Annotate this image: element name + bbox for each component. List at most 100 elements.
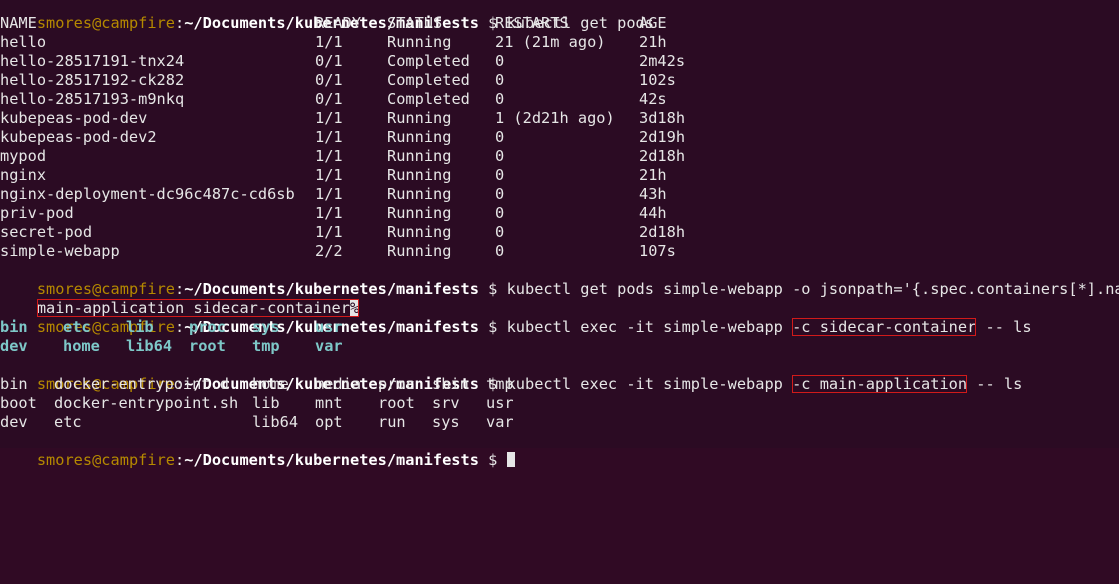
table-row: secret-pod 1/1 Running 0 2d18h (0, 223, 1119, 242)
pod-ready: 1/1 (315, 147, 343, 165)
directory-entry: proc (189, 318, 226, 336)
pod-restarts: 1 (2d21h ago) (495, 109, 615, 127)
pod-ready: 1/1 (315, 204, 343, 222)
pod-name: kubepeas-pod-dev2 (0, 128, 157, 146)
table-row: hello-28517193-m9nkq 0/1 Completed 0 42s (0, 90, 1119, 109)
prompt-symbol: $ (488, 451, 498, 469)
file-entry: opt (315, 413, 343, 431)
pod-ready: 2/2 (315, 242, 343, 260)
table-row: mypod 1/1 Running 0 2d18h (0, 147, 1119, 166)
file-entry: sbin (432, 375, 469, 393)
directory-entry: lib (126, 318, 154, 336)
pod-ready: 1/1 (315, 223, 343, 241)
pod-restarts: 21 (21m ago) (495, 33, 606, 51)
prompt-path: ~/Documents/kubernetes/manifests (184, 451, 479, 469)
file-entry: var (486, 413, 514, 431)
directory-entry: root (189, 337, 226, 355)
table-row: simple-webapp 2/2 Running 0 107s (0, 242, 1119, 261)
pod-name: nginx-deployment-dc96c487c-cd6sb (0, 185, 295, 203)
directory-entry: lib64 (126, 337, 173, 355)
main-ls-row: bin docker-entrypoint.d home media proc … (0, 375, 1119, 394)
prompt-line-exec-main: smores@campfire:~/Documents/kubernetes/m… (36, 375, 1023, 393)
pod-age: 44h (639, 204, 667, 222)
file-entry: srv (432, 394, 460, 412)
pod-age: 102s (639, 71, 676, 89)
file-entry: run (378, 413, 406, 431)
pod-age: 2d19h (639, 128, 686, 146)
pod-restarts: 0 (495, 223, 505, 241)
table-row: hello-28517192-ck282 0/1 Completed 0 102… (0, 71, 1119, 90)
pod-name: priv-pod (0, 204, 74, 222)
text-cursor[interactable] (506, 452, 515, 467)
prompt-line-get-containers: smores@campfire:~/Documents/kubernetes/m… (0, 261, 1119, 298)
column-header-age: AGE (639, 14, 667, 32)
pod-age: 43h (639, 185, 667, 203)
pod-name: hello-28517192-ck282 (0, 71, 185, 89)
directory-entry: etc (63, 318, 91, 336)
pod-status: Completed (387, 71, 470, 89)
pod-restarts: 0 (495, 71, 505, 89)
file-entry: lib (252, 394, 280, 412)
table-row: nginx 1/1 Running 0 21h (0, 166, 1119, 185)
terminal-window[interactable]: smores@campfire:~/Documents/kubernetes/m… (0, 0, 1119, 469)
prompt-symbol: $ (488, 280, 498, 298)
pod-age: 2m42s (639, 52, 686, 70)
file-entry: mnt (315, 394, 343, 412)
file-entry: proc (378, 375, 415, 393)
file-entry: dev (0, 413, 28, 431)
file-entry: etc (54, 413, 82, 431)
column-header-name: NAME (0, 14, 37, 32)
table-row: priv-pod 1/1 Running 0 44h (0, 204, 1119, 223)
table-row: hello 1/1 Running 21 (21m ago) 21h (0, 33, 1119, 52)
main-ls-row: dev etc lib64 opt run sys var (0, 413, 1119, 432)
prompt-line-current[interactable]: smores@campfire:~/Documents/kubernetes/m… (0, 432, 515, 469)
file-entry: boot (0, 394, 37, 412)
main-ls-row: boot docker-entrypoint.sh lib mnt root s… (0, 394, 1119, 413)
sidecar-ls-row: dev home lib64 root tmp var (0, 337, 1119, 356)
pod-name: secret-pod (0, 223, 93, 241)
file-entry: home (252, 375, 289, 393)
file-entry: sys (432, 413, 460, 431)
pod-status: Completed (387, 52, 470, 70)
directory-entry: sys (252, 318, 280, 336)
containers-output-line: main-application sidecar-container% (0, 280, 360, 317)
pod-age: 2d18h (639, 223, 686, 241)
file-entry: bin (0, 375, 28, 393)
pod-name: simple-webapp (0, 242, 120, 260)
table-row: kubepeas-pod-dev 1/1 Running 1 (2d21h ag… (0, 109, 1119, 128)
file-entry: tmp (486, 375, 514, 393)
pod-status: Running (387, 128, 452, 146)
pod-restarts: 0 (495, 242, 505, 260)
pod-age: 42s (639, 90, 667, 108)
pod-restarts: 0 (495, 90, 505, 108)
file-entry: media (315, 375, 362, 393)
file-entry: usr (486, 394, 514, 412)
prompt-line-get-pods: smores@campfire:~/Documents/kubernetes/m… (36, 14, 654, 32)
pod-age: 3d18h (639, 109, 686, 127)
pod-name: hello-28517193-m9nkq (0, 90, 185, 108)
directory-entry: var (315, 337, 343, 355)
table-row: nginx-deployment-dc96c487c-cd6sb 1/1 Run… (0, 185, 1119, 204)
directory-entry: usr (315, 318, 343, 336)
pod-status: Running (387, 223, 452, 241)
table-row: hello-28517191-tnx24 0/1 Completed 0 2m4… (0, 52, 1119, 71)
prompt-user-host: smores@campfire (36, 451, 175, 469)
pod-ready: 1/1 (315, 166, 343, 184)
file-entry: docker-entrypoint.sh (54, 394, 239, 412)
pod-restarts: 0 (495, 204, 505, 222)
pod-ready: 0/1 (315, 90, 343, 108)
pod-name: hello (0, 33, 47, 51)
pod-age: 107s (639, 242, 676, 260)
column-header-ready: READY (315, 14, 362, 32)
pod-restarts: 0 (495, 147, 505, 165)
pod-status: Running (387, 242, 452, 260)
pod-status: Completed (387, 90, 470, 108)
prompt-line-exec-sidecar: smores@campfire:~/Documents/kubernetes/m… (36, 318, 1032, 336)
pod-status: Running (387, 204, 452, 222)
column-header-restarts: RESTARTS (495, 14, 569, 32)
pod-name: mypod (0, 147, 47, 165)
pod-ready: 1/1 (315, 33, 343, 51)
pod-restarts: 0 (495, 166, 505, 184)
pod-restarts: 0 (495, 185, 505, 203)
file-entry: docker-entrypoint.d (54, 375, 229, 393)
